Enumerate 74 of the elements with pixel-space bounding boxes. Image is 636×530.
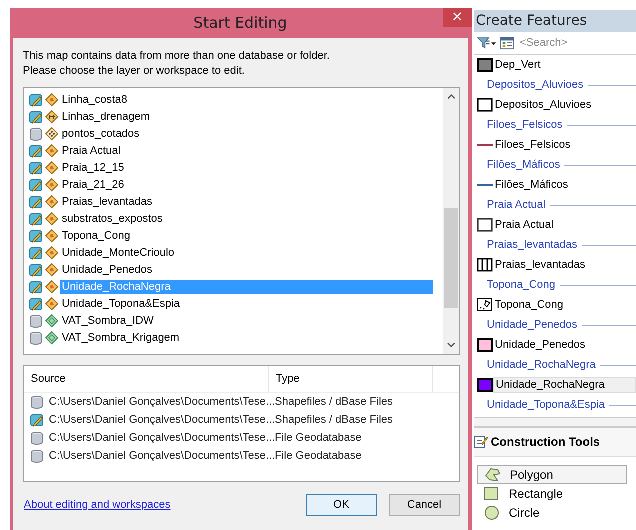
- raster-icon: [45, 330, 59, 344]
- group-heading: Praia Actual: [487, 199, 546, 211]
- layer-item[interactable]: Unidade_MonteCrioulo: [60, 246, 177, 260]
- message-text: Please choose the layer or workspace to edit.: [23, 64, 246, 79]
- point-feature-icon: [45, 126, 59, 140]
- template-item[interactable]: Praia Actual: [493, 218, 556, 232]
- template-item[interactable]: Dep_Vert: [493, 58, 543, 72]
- template-item[interactable]: Filões_Máficos: [493, 178, 570, 192]
- group-heading: Unidade_RochaNegra: [487, 359, 596, 371]
- scroll-up-icon[interactable]: [446, 94, 456, 100]
- polygon-feature-icon: [45, 228, 59, 242]
- polygon-feature-icon: [45, 246, 59, 260]
- message-text: This map contains data from more than one database or folder.: [23, 49, 331, 64]
- layer-item[interactable]: VAT_Sombra_Krigagem: [60, 330, 182, 344]
- layer-item[interactable]: VAT_Sombra_IDW: [60, 314, 156, 328]
- group-heading: Topona_Cong: [487, 279, 556, 291]
- polygon-feature-icon: [45, 92, 59, 106]
- column-header[interactable]: Type: [269, 366, 433, 392]
- table-cell: C:\Users\Daniel Gonçalves\Documents\Tese...: [49, 396, 276, 408]
- group-heading: Unidade_Topona&Espia: [487, 399, 606, 411]
- template-manager-icon[interactable]: [500, 36, 515, 50]
- group-heading: Depositos_Aluvioes: [487, 79, 584, 91]
- close-button[interactable]: ×: [443, 8, 472, 27]
- group-heading: Praias_levantadas: [487, 239, 578, 251]
- construction-tool[interactable]: Rectangle: [477, 484, 636, 503]
- polygon-feature-icon: [45, 280, 59, 294]
- template-item[interactable]: Unidade_RochaNegra: [493, 377, 636, 393]
- layer-item[interactable]: Unidade_Topona&Espia: [60, 296, 182, 310]
- dialog-button[interactable]: Cancel: [389, 494, 460, 516]
- template-item[interactable]: Filoes_Felsicos: [493, 138, 573, 152]
- section-title: Construction Tools: [491, 435, 600, 449]
- circle-icon: [483, 504, 501, 520]
- raster-icon: [45, 314, 59, 328]
- polygon-feature-icon: [45, 212, 59, 226]
- layer-item[interactable]: substratos_expostos: [60, 212, 165, 226]
- group-heading: Unidade_Penedos: [487, 319, 578, 331]
- dialog-button[interactable]: OK: [306, 494, 377, 516]
- layer-item[interactable]: Praia Actual: [60, 144, 123, 158]
- column-header[interactable]: Source: [24, 366, 269, 392]
- layer-item[interactable]: Praia_21_26: [60, 178, 126, 192]
- panel-title: Create Features: [474, 10, 636, 32]
- group-heading: Filões_Máficos: [487, 159, 560, 171]
- layer-item[interactable]: Topona_Cong: [60, 228, 133, 242]
- help-link[interactable]: About editing and workspaces: [24, 499, 171, 511]
- window-title: Start Editing: [194, 14, 288, 32]
- filter-icon[interactable]: [477, 36, 497, 50]
- table-cell: C:\Users\Daniel Gonçalves\Documents\Tese...: [49, 414, 276, 426]
- polygon-feature-icon: [45, 144, 59, 158]
- layer-item[interactable]: Linha_costa8: [60, 92, 130, 106]
- template-item[interactable]: Praias_levantadas: [493, 258, 588, 272]
- layer-item[interactable]: Unidade_Penedos: [60, 262, 155, 276]
- layer-item[interactable]: Linhas_drenagem: [60, 110, 152, 124]
- construction-tool[interactable]: Circle: [477, 503, 636, 522]
- template-item[interactable]: Depositos_Aluvioes: [493, 98, 594, 112]
- construction-tool[interactable]: Polygon: [477, 465, 627, 484]
- polygon-icon: [484, 466, 502, 482]
- table-cell: C:\Users\Daniel Gonçalves\Documents\Tese...: [49, 450, 276, 462]
- polygon-feature-icon: [45, 160, 59, 174]
- line-feature-icon: [45, 110, 59, 124]
- layer-item[interactable]: Praia_12_15: [60, 160, 126, 174]
- polygon-feature-icon: [45, 262, 59, 276]
- polygon-feature-icon: [45, 296, 59, 310]
- scroll-down-icon[interactable]: [446, 342, 456, 348]
- polygon-feature-icon: [45, 194, 59, 208]
- rectangle-icon: [483, 486, 501, 502]
- search-field[interactable]: <Search>: [518, 37, 602, 49]
- layer-item[interactable]: Praias_levantadas: [60, 194, 155, 208]
- scrollbar[interactable]: [443, 88, 459, 354]
- layer-item[interactable]: pontos_cotados: [60, 126, 142, 140]
- group-heading: Filoes_Felsicos: [487, 119, 563, 131]
- polygon-feature-icon: [45, 178, 59, 192]
- table-cell: C:\Users\Daniel Gonçalves\Documents\Tese...: [49, 432, 276, 444]
- template-item[interactable]: Topona_Cong: [493, 298, 566, 312]
- template-item[interactable]: Unidade_Penedos: [493, 338, 588, 352]
